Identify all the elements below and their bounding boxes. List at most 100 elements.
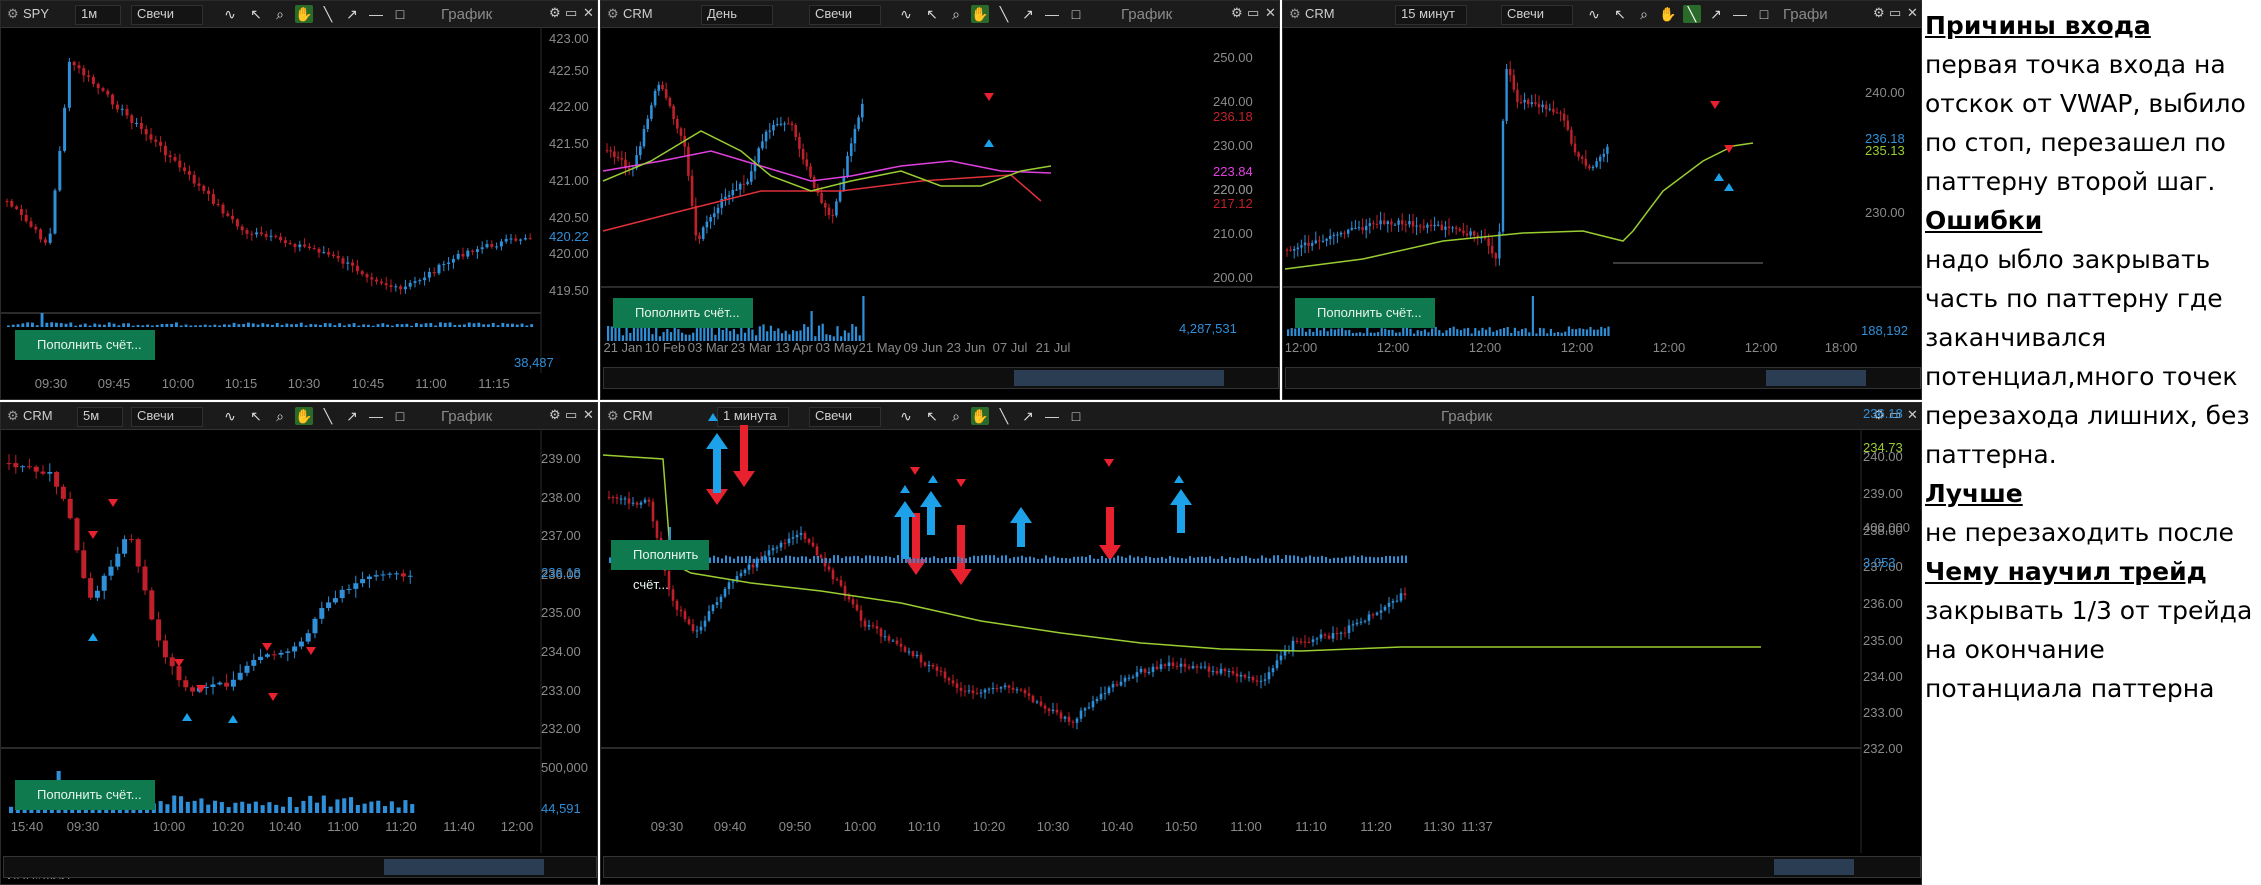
y-tick-label: 420.00 bbox=[549, 246, 589, 261]
candle bbox=[743, 184, 746, 185]
price-chart[interactable]: 239.00238.00237.00236.00235.00234.00233.… bbox=[1, 403, 598, 885]
candle bbox=[648, 500, 651, 502]
volume-bar bbox=[1395, 333, 1397, 336]
y-tick-label: 235.00 bbox=[1863, 633, 1903, 648]
candle bbox=[319, 608, 324, 619]
deposit-button[interactable]: Пополнить счёт... bbox=[15, 780, 155, 810]
notes-line: по стоп, перезашел по bbox=[1925, 123, 2261, 162]
price-chart[interactable]: 240.00239.00238.00237.00236.00235.00234.… bbox=[601, 403, 1922, 885]
candle bbox=[298, 245, 301, 248]
volume-bar bbox=[353, 323, 356, 327]
candle bbox=[1372, 223, 1374, 224]
volume-bar bbox=[1366, 327, 1368, 336]
deposit-button[interactable]: Пополнить счёт... bbox=[15, 330, 155, 360]
candle bbox=[1369, 223, 1371, 226]
candle bbox=[820, 193, 823, 203]
candle bbox=[1473, 231, 1475, 235]
volume-bar bbox=[1420, 331, 1422, 336]
deposit-button[interactable]: Пополнить счёт... bbox=[611, 540, 709, 570]
volume-bar bbox=[1189, 556, 1191, 563]
candle bbox=[190, 687, 195, 691]
volume-bar bbox=[401, 324, 404, 327]
volume-bar bbox=[122, 323, 125, 327]
candle bbox=[912, 651, 915, 656]
volume-bar bbox=[349, 797, 353, 813]
navigator-scrollbar[interactable] bbox=[3, 856, 597, 878]
volume-bar bbox=[713, 556, 715, 563]
candle bbox=[367, 577, 372, 580]
volume-bar bbox=[1213, 559, 1215, 563]
chart-panel-crm-1m[interactable]: ⚙ CRM 1 минута Свечи ∿ ↖ ⌕ ✋ ╲ ↗ — □ График ⚙ ▭ ✕ 240.00… bbox=[600, 402, 1922, 885]
y-tick-label: 232.00 bbox=[1863, 741, 1903, 756]
chart-panel-crm-5m[interactable]: ⚙ CRM 5м Свечи ∿ ↖ ⌕ ✋ ╲ ↗ — □ График ⚙ ▭ ✕ 239.00 238.00… bbox=[0, 402, 598, 885]
candle bbox=[337, 256, 340, 258]
volume-bar bbox=[1517, 331, 1519, 336]
volume-bar bbox=[1521, 329, 1523, 336]
candle bbox=[143, 567, 148, 591]
volume-bar bbox=[1049, 557, 1051, 563]
candle bbox=[63, 108, 66, 151]
price-chart[interactable]: 240.00230.00236.18235.13188,19212:00 12:0… bbox=[1283, 1, 1922, 400]
volume-bar bbox=[84, 324, 87, 327]
navigator-range[interactable] bbox=[384, 859, 544, 875]
candle bbox=[121, 109, 124, 110]
navigator-range[interactable] bbox=[1766, 370, 1866, 386]
candle bbox=[1044, 706, 1047, 709]
candle bbox=[812, 543, 815, 547]
candle bbox=[1252, 677, 1255, 680]
candle bbox=[466, 251, 469, 257]
price-chart[interactable]: 250.00 240.00 230.00 220.00 210.00 200.00 236.… bbox=[601, 1, 1280, 400]
candle bbox=[7, 463, 12, 464]
candle bbox=[861, 104, 864, 118]
navigator-scrollbar[interactable] bbox=[603, 856, 1921, 878]
candle bbox=[13, 463, 18, 467]
candle bbox=[1232, 671, 1235, 674]
y-tick-label: 236.00 bbox=[1863, 596, 1903, 611]
candle bbox=[366, 274, 369, 277]
volume-bar bbox=[889, 557, 891, 563]
candle bbox=[20, 466, 25, 467]
volume-bar bbox=[501, 323, 504, 327]
volume-bar bbox=[1291, 328, 1293, 336]
navigator-range[interactable] bbox=[1014, 370, 1224, 386]
volume-bar bbox=[93, 324, 96, 327]
volume-bar bbox=[797, 557, 799, 563]
candle bbox=[696, 630, 699, 631]
deposit-button[interactable]: Пополнить счёт... bbox=[1295, 298, 1435, 328]
volume-bar bbox=[497, 325, 500, 327]
candle bbox=[270, 236, 273, 237]
volume-bar bbox=[1201, 557, 1203, 563]
volume-bar bbox=[170, 324, 173, 327]
candle bbox=[1387, 221, 1389, 224]
volume-bar bbox=[965, 558, 967, 563]
candle bbox=[163, 640, 168, 657]
navigator-range[interactable] bbox=[1774, 859, 1854, 875]
candle bbox=[787, 123, 790, 124]
candle bbox=[698, 235, 701, 239]
volume-bar bbox=[1401, 555, 1403, 563]
volume-bar bbox=[1503, 328, 1505, 336]
candle bbox=[370, 277, 373, 279]
chart-panel-crm-daily[interactable]: ⚙ CRM День Свечи ∿ ↖ ⌕ ✋ ╲ ↗ — □ График ⚙ ▭ ✕ 250.00 240.… bbox=[600, 0, 1280, 400]
chart-panel-spy[interactable]: ⚙ SPY 1м Свечи ∿ ↖ ⌕ ✋ ╲ ↗ — □ График ⚙ ▭ ✕ 423.00 422.50… bbox=[0, 0, 598, 400]
volume-bar bbox=[1289, 555, 1291, 563]
navigator-scrollbar[interactable] bbox=[1285, 367, 1921, 389]
x-tick-label: 03 Mar bbox=[688, 340, 729, 355]
candle bbox=[332, 255, 335, 256]
candle bbox=[750, 171, 753, 181]
navigator-scrollbar[interactable] bbox=[603, 367, 1279, 389]
candle bbox=[900, 644, 903, 647]
deposit-button[interactable]: Пополнить счёт... bbox=[613, 298, 753, 328]
volume-bar bbox=[1514, 328, 1516, 336]
candle bbox=[632, 503, 635, 504]
candle bbox=[92, 77, 95, 84]
chart-panel-crm-15m[interactable]: ⚙ CRM 15 минут Свечи ∿ ↖ ⌕ ✋ ╲ ↗ — □ Графи ⚙ ▭ ✕ 240.00 2… bbox=[1282, 0, 1922, 400]
candle bbox=[988, 689, 991, 690]
red-down-arrow-icon bbox=[950, 525, 972, 585]
volume-bar bbox=[1397, 556, 1399, 563]
candle bbox=[1068, 717, 1071, 722]
x-tick-label: 12:00 bbox=[1469, 340, 1502, 355]
candle bbox=[1570, 130, 1572, 144]
volume-bar bbox=[31, 323, 34, 327]
candle bbox=[1462, 231, 1464, 234]
